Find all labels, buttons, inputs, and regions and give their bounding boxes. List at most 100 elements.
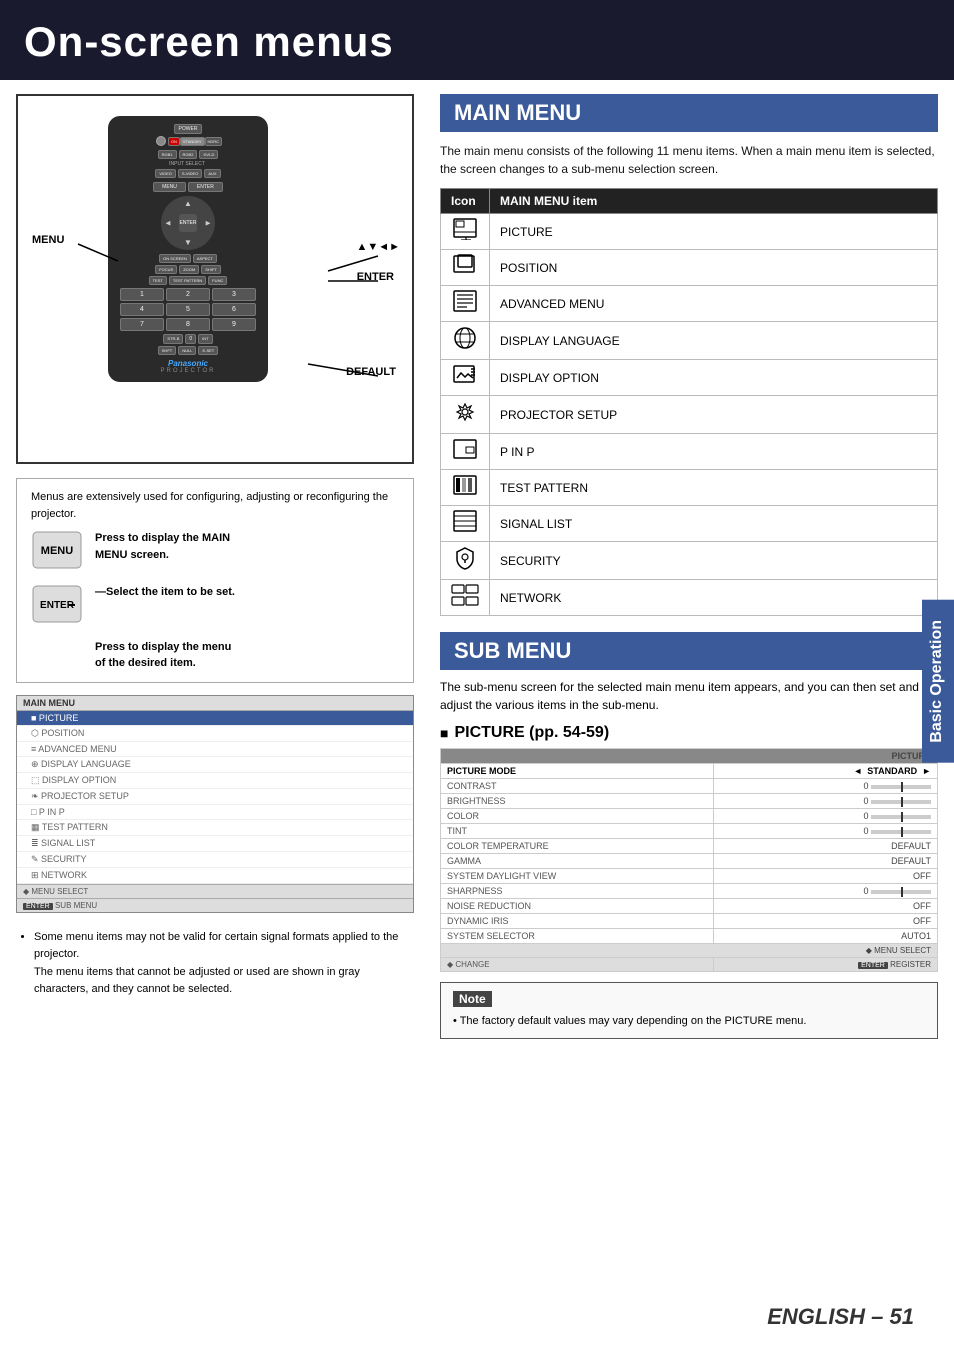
note-box: Note • The factory default values may va… bbox=[440, 982, 938, 1039]
content-area: POWER ON STANDBY HDRC RGB1 RGB2 DVI-D IN… bbox=[0, 80, 954, 1053]
icon-position bbox=[441, 250, 490, 286]
table-row: PROJECTOR SETUP bbox=[441, 396, 938, 434]
picture-section-title: PICTURE (pp. 54-59) bbox=[440, 724, 938, 742]
picture-mode-value: ◄ STANDARD ► bbox=[714, 764, 938, 779]
icon-network bbox=[441, 580, 490, 616]
icon-projector-setup bbox=[441, 396, 490, 434]
main-menu-desc: The main menu consists of the following … bbox=[440, 142, 938, 178]
enter-key-illustration: ENTER bbox=[31, 584, 83, 624]
system-day-label: SYSTEM DAYLIGHT VIEW bbox=[441, 869, 714, 884]
remote-diagram: POWER ON STANDBY HDRC RGB1 RGB2 DVI-D IN… bbox=[16, 94, 414, 464]
main-menu-header: MAIN MENU bbox=[440, 94, 938, 132]
picture-row-gamma: GAMMA DEFAULT bbox=[441, 854, 938, 869]
picture-row-tint: TINT 0 bbox=[441, 824, 938, 839]
omenu-display-lang[interactable]: ⊕ DISPLAY LANGUAGE bbox=[17, 757, 413, 773]
arrows-label: ▲▼◄► bbox=[356, 241, 400, 253]
label-position: POSITION bbox=[490, 250, 938, 286]
color-value: 0 bbox=[714, 809, 938, 824]
icon-picture bbox=[441, 214, 490, 250]
omenu-signal-list[interactable]: ≣ SIGNAL LIST bbox=[17, 836, 413, 852]
icon-pinp bbox=[441, 434, 490, 470]
omenu-test-pattern[interactable]: ▦ TEST PATTERN bbox=[17, 820, 413, 836]
note-text: • The factory default values may vary de… bbox=[453, 1013, 925, 1030]
sharpness-value: 0 bbox=[714, 884, 938, 899]
picture-table-title: PICTURE bbox=[441, 749, 938, 764]
col-icon: Icon bbox=[441, 189, 490, 214]
onscreen-menu-title: MAIN MENU bbox=[17, 696, 413, 711]
menu-key-illustration: MENU bbox=[31, 530, 83, 570]
omenu-advanced[interactable]: ≡ ADVANCED MENU bbox=[17, 742, 413, 757]
omenu-position[interactable]: ⬡ POSITION bbox=[17, 726, 413, 742]
picture-row-color: COLOR 0 bbox=[441, 809, 938, 824]
system-sel-label: SYSTEM SELECTOR bbox=[441, 929, 714, 944]
table-row: ADVANCED MENU bbox=[441, 286, 938, 322]
table-row: PICTURE bbox=[441, 214, 938, 250]
picture-table-title-row: PICTURE bbox=[441, 749, 938, 764]
gamma-value: DEFAULT bbox=[714, 854, 938, 869]
table-row: DISPLAY LANGUAGE bbox=[441, 322, 938, 360]
tint-label: TINT bbox=[441, 824, 714, 839]
icon-display-lang bbox=[441, 322, 490, 360]
brand-name: Panasonic bbox=[114, 359, 262, 368]
menu-desc-intro: Menus are extensively used for configuri… bbox=[31, 489, 399, 522]
menu-press-text: Press to display the MAINMENU screen. bbox=[95, 530, 230, 563]
tint-value: 0 bbox=[714, 824, 938, 839]
table-row: DISPLAY OPTION bbox=[441, 360, 938, 396]
contrast-value: 0 bbox=[714, 779, 938, 794]
omenu-security[interactable]: ✎ SECURITY bbox=[17, 852, 413, 868]
table-row: POSITION bbox=[441, 250, 938, 286]
picture-table: PICTURE PICTURE MODE ◄ STANDARD ► CONTRA… bbox=[440, 748, 938, 972]
system-sel-value: AUTO1 bbox=[714, 929, 938, 944]
picture-footer-register: ENTER REGISTER bbox=[714, 958, 938, 972]
table-row: TEST PATTERN bbox=[441, 470, 938, 506]
picture-footer-change: ◆ CHANGE bbox=[441, 958, 714, 972]
picture-row-sharpness: SHARPNESS 0 bbox=[441, 884, 938, 899]
omenu-display-opt[interactable]: ⬚ DISPLAY OPTION bbox=[17, 773, 413, 789]
noise-value: OFF bbox=[714, 899, 938, 914]
side-tab: Basic Operation bbox=[922, 600, 954, 763]
dynamic-label: DYNAMIC IRIS bbox=[441, 914, 714, 929]
picture-footer1: ◆ MENU SELECT bbox=[441, 944, 938, 958]
picture-row-color-temp: COLOR TEMPERATURE DEFAULT bbox=[441, 839, 938, 854]
color-temp-label: COLOR TEMPERATURE bbox=[441, 839, 714, 854]
main-menu-table: Icon MAIN MENU item PICTURE POSITION bbox=[440, 188, 938, 616]
enter-label: ENTER bbox=[357, 271, 394, 283]
icon-display-opt bbox=[441, 360, 490, 396]
table-row: SECURITY bbox=[441, 542, 938, 580]
label-display-lang: DISPLAY LANGUAGE bbox=[490, 322, 938, 360]
dpad-enter[interactable]: ENTER bbox=[179, 214, 197, 232]
menu-desc-box: Menus are extensively used for configuri… bbox=[16, 478, 414, 683]
page-header: On-screen menus bbox=[0, 0, 954, 80]
omenu-footer2: ENTER SUB MENU bbox=[17, 898, 413, 912]
table-row: SIGNAL LIST bbox=[441, 506, 938, 542]
contrast-label: CONTRAST bbox=[441, 779, 714, 794]
left-column: POWER ON STANDBY HDRC RGB1 RGB2 DVI-D IN… bbox=[0, 80, 430, 1053]
omenu-footer1: ◆ MENU SELECT bbox=[17, 884, 413, 898]
brightness-label: BRIGHTNESS bbox=[441, 794, 714, 809]
default-label: DEFAULT bbox=[346, 366, 396, 378]
picture-footer-menu: ◆ MENU SELECT bbox=[441, 944, 938, 958]
table-row: P IN P bbox=[441, 434, 938, 470]
picture-row-system-day: SYSTEM DAYLIGHT VIEW OFF bbox=[441, 869, 938, 884]
system-day-value: OFF bbox=[714, 869, 938, 884]
menu-press-desired: Press to display the menuof the desired … bbox=[95, 639, 399, 672]
color-label: COLOR bbox=[441, 809, 714, 824]
page-number: ENGLISH – 51 bbox=[767, 1304, 914, 1330]
note-title: Note bbox=[453, 991, 492, 1007]
picture-row-brightness: BRIGHTNESS 0 bbox=[441, 794, 938, 809]
remote-body: POWER ON STANDBY HDRC RGB1 RGB2 DVI-D IN… bbox=[108, 116, 268, 382]
label-pinp: P IN P bbox=[490, 434, 938, 470]
enter-select-text: —Select the item to be set. bbox=[95, 584, 235, 601]
label-security: SECURITY bbox=[490, 542, 938, 580]
onscreen-menu-list: MAIN MENU ■ PICTURE ⬡ POSITION ≡ ADVANCE… bbox=[16, 695, 414, 913]
icon-signal-list bbox=[441, 506, 490, 542]
table-row: NETWORK bbox=[441, 580, 938, 616]
omenu-projector-setup[interactable]: ❧ PROJECTOR SETUP bbox=[17, 789, 413, 805]
gamma-label: GAMMA bbox=[441, 854, 714, 869]
omenu-network[interactable]: ⊞ NETWORK bbox=[17, 868, 413, 884]
picture-footer2: ◆ CHANGE ENTER REGISTER bbox=[441, 958, 938, 972]
omenu-picture[interactable]: ■ PICTURE bbox=[17, 711, 413, 726]
label-network: NETWORK bbox=[490, 580, 938, 616]
omenu-pinp[interactable]: □ P IN P bbox=[17, 805, 413, 820]
label-advanced: ADVANCED MENU bbox=[490, 286, 938, 322]
